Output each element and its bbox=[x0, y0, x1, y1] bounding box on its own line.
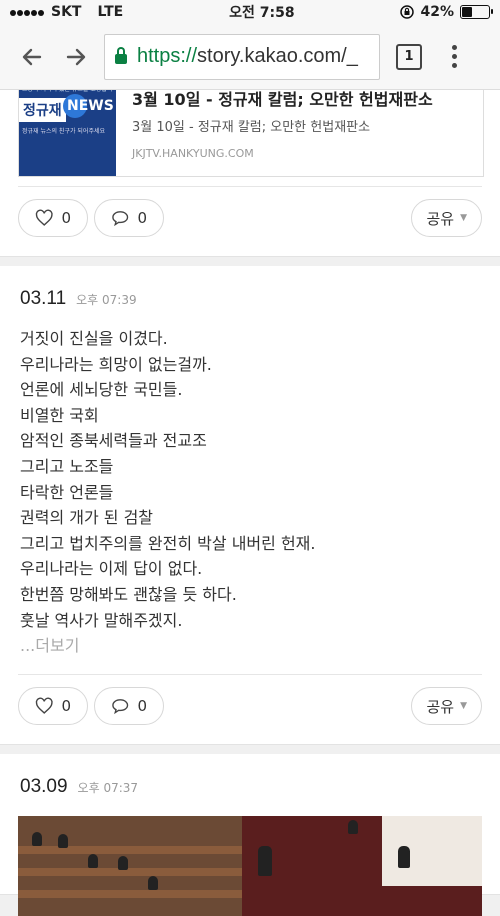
thumbnail-brand: 정규재 bbox=[19, 98, 66, 122]
lock-icon bbox=[115, 47, 127, 64]
photo-detail bbox=[58, 834, 68, 848]
comment-button[interactable]: 0 bbox=[94, 687, 164, 725]
post-line: 권력의 개가 된 검찰 bbox=[20, 508, 154, 528]
battery-fill bbox=[462, 7, 473, 17]
menu-dot-icon bbox=[452, 45, 457, 50]
share-label: 공유 bbox=[426, 697, 455, 716]
thumbnail-tagline: 정규재 뉴스의 친구가 되어주세요 bbox=[22, 128, 106, 135]
carrier-label: SKT bbox=[51, 4, 82, 20]
url-scheme: https:// bbox=[137, 45, 198, 67]
network-label: LTE bbox=[97, 4, 124, 20]
battery-percent: 42% bbox=[420, 4, 454, 20]
photo-detail bbox=[18, 868, 248, 876]
link-description: 3월 10일 - 정규재 칼럼; 오만한 헌법재판소 bbox=[132, 120, 371, 135]
post-line: 타락한 언론들 bbox=[20, 482, 114, 502]
speech-bubble-icon bbox=[112, 699, 129, 715]
post-line: 우리나라는 희망이 없는걸까. bbox=[20, 354, 212, 374]
post-line: 거짓이 진실을 이겼다. bbox=[20, 329, 168, 348]
link-thumbnail: 교양과 지식이 있는 뉴스를 표방합니다. 정규재 NEWS 정규재 뉴스의 친… bbox=[19, 80, 116, 176]
browser-toolbar: https:// story.kakao.com/_ 1 bbox=[0, 24, 500, 90]
post-date[interactable]: 03.11 bbox=[20, 288, 66, 310]
post-line: 훗날 역사가 말해주겠지. bbox=[20, 610, 183, 630]
post-line: 그리고 노조들 bbox=[20, 456, 114, 476]
back-button[interactable] bbox=[10, 35, 54, 79]
menu-dot-icon bbox=[452, 63, 457, 68]
like-count: 0 bbox=[61, 697, 71, 715]
link-preview-box[interactable]: 교양과 지식이 있는 뉴스를 표방합니다. 정규재 NEWS 정규재 뉴스의 친… bbox=[18, 80, 484, 177]
post-line: 언론에 세뇌당한 국민들. bbox=[20, 380, 183, 400]
photo-detail bbox=[32, 832, 42, 846]
photo-detail bbox=[118, 856, 128, 870]
caret-down-icon: ▼ bbox=[460, 213, 467, 223]
post-photo[interactable] bbox=[18, 816, 482, 916]
photo-detail bbox=[348, 820, 358, 834]
forward-arrow-icon bbox=[66, 48, 86, 65]
forward-button[interactable] bbox=[54, 35, 98, 79]
divider bbox=[18, 186, 482, 187]
post-time: 오후 07:39 bbox=[76, 293, 137, 307]
photo-detail bbox=[382, 816, 482, 886]
post-actions: 0 0 공유 ▼ bbox=[18, 198, 482, 238]
comment-count: 0 bbox=[137, 697, 147, 715]
share-label: 공유 bbox=[426, 209, 455, 228]
post-header: 03.09 오후 07:37 bbox=[20, 776, 138, 798]
post-header: 03.11 오후 07:39 bbox=[20, 288, 137, 310]
url-host: story.kakao.com/_ bbox=[197, 45, 358, 67]
caret-down-icon: ▼ bbox=[460, 701, 467, 711]
photo-detail bbox=[398, 846, 410, 868]
status-bar: SKT LTE 오전 7:58 42% bbox=[0, 0, 500, 24]
signal-strength-icon bbox=[10, 4, 45, 20]
like-button[interactable]: 0 bbox=[18, 199, 88, 237]
speech-bubble-icon bbox=[112, 211, 129, 227]
post-card: 교양과 지식이 있는 뉴스를 표방합니다. 정규재 NEWS 정규재 뉴스의 친… bbox=[0, 70, 500, 257]
read-more-link[interactable]: ...더보기 bbox=[20, 633, 315, 659]
photo-detail bbox=[18, 846, 248, 854]
post-time: 오후 07:37 bbox=[77, 781, 139, 795]
share-button[interactable]: 공유 ▼ bbox=[411, 199, 482, 237]
post-body: 거짓이 진실을 이겼다. 우리나라는 희망이 없는걸까. 언론에 세뇌당한 국민… bbox=[20, 326, 315, 659]
overflow-menu-button[interactable] bbox=[452, 45, 457, 68]
comment-count: 0 bbox=[137, 209, 147, 227]
post-line: 암적인 종북세력들과 전교조 bbox=[20, 431, 207, 451]
menu-dot-icon bbox=[452, 54, 457, 59]
comment-button[interactable]: 0 bbox=[94, 199, 164, 237]
back-arrow-icon bbox=[22, 48, 42, 65]
heart-icon bbox=[35, 209, 53, 226]
address-bar[interactable]: https:// story.kakao.com/_ bbox=[104, 33, 380, 80]
photo-detail bbox=[258, 846, 272, 876]
like-button[interactable]: 0 bbox=[18, 687, 88, 725]
rotation-lock-icon bbox=[400, 5, 415, 19]
photo-detail bbox=[88, 854, 98, 868]
like-count: 0 bbox=[61, 209, 71, 227]
divider bbox=[18, 674, 482, 675]
post-date[interactable]: 03.09 bbox=[20, 776, 68, 798]
tab-switcher-button[interactable]: 1 bbox=[396, 43, 422, 70]
post-line: 그리고 법치주의를 완전히 박살 내버린 헌재. bbox=[20, 533, 316, 553]
post-actions: 0 0 공유 ▼ bbox=[18, 686, 482, 726]
link-domain: JKJTV.HANKYUNG.COM bbox=[132, 147, 254, 160]
post-card: 03.09 오후 07:37 bbox=[0, 754, 500, 916]
battery-icon bbox=[460, 5, 493, 19]
heart-icon bbox=[35, 697, 53, 714]
post-line: 한번쯤 망해봐도 괜찮을 듯 하다. bbox=[20, 584, 237, 604]
clock: 오전 7:58 bbox=[229, 5, 295, 21]
post-card: 03.11 오후 07:39 거짓이 진실을 이겼다. 우리나라는 희망이 없는… bbox=[0, 266, 500, 745]
thumbnail-brand-news: NEWS bbox=[67, 98, 114, 114]
post-line: 비열한 국회 bbox=[20, 405, 99, 425]
share-button[interactable]: 공유 ▼ bbox=[411, 687, 482, 725]
photo-detail bbox=[18, 890, 248, 898]
post-line: 우리나라는 이제 답이 없다. bbox=[20, 559, 203, 579]
